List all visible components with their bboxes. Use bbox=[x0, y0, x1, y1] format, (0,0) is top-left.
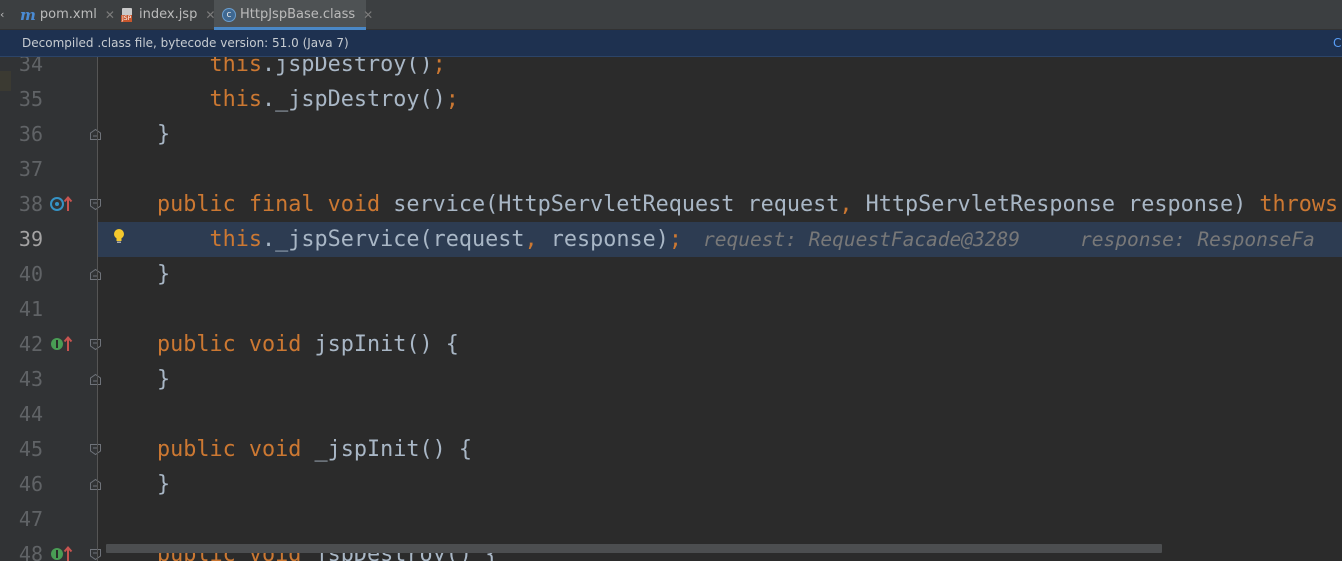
tab-httpjspbase-class[interactable]: c HttpJspBase.class ✕ bbox=[214, 0, 373, 30]
implementing-method-icon[interactable] bbox=[50, 335, 74, 353]
fold-end-icon[interactable] bbox=[89, 478, 102, 491]
line-number: 41 bbox=[18, 297, 43, 321]
keyword-token: this bbox=[209, 227, 263, 252]
fold-open-icon[interactable] bbox=[89, 443, 102, 456]
line-number: 39 bbox=[18, 227, 43, 251]
banner-message: Decompiled .class file, bytecode version… bbox=[22, 36, 349, 50]
line-number: 47 bbox=[18, 507, 43, 531]
close-icon[interactable]: ✕ bbox=[363, 8, 373, 22]
code-text: } bbox=[157, 467, 170, 502]
fold-open-icon[interactable] bbox=[89, 338, 102, 351]
keyword-token: ; bbox=[432, 57, 446, 77]
keyword-token: this bbox=[209, 87, 263, 112]
keyword-token: throws bbox=[1259, 192, 1339, 217]
code-text: this._jspService(request, response); bbox=[157, 222, 682, 257]
line-number: 38 bbox=[18, 192, 43, 216]
scroll-tabs-left-icon[interactable]: ‹ bbox=[0, 8, 8, 22]
debug-inline-value: response: ResponseFa bbox=[1080, 228, 1315, 251]
line-number: 37 bbox=[18, 157, 43, 181]
close-icon[interactable]: ✕ bbox=[105, 8, 115, 22]
line-number: 35 bbox=[18, 87, 43, 111]
overriding-method-icon[interactable] bbox=[50, 195, 74, 213]
fold-end-icon[interactable] bbox=[89, 128, 102, 141]
code-line[interactable]: 38 public final void service(HttpServletR… bbox=[0, 187, 1342, 222]
horizontal-scrollbar[interactable] bbox=[106, 544, 1162, 553]
code-line[interactable]: 36} bbox=[0, 117, 1342, 152]
intention-bulb-icon[interactable] bbox=[112, 228, 126, 248]
code-token: ._jspService(request bbox=[262, 227, 525, 252]
tab-label: index.jsp bbox=[139, 7, 198, 22]
code-text: } bbox=[157, 117, 170, 152]
line-number: 34 bbox=[18, 57, 43, 76]
code-text: this.jspDestroy(); bbox=[157, 57, 446, 82]
code-line[interactable]: 39 this._jspService(request, response); r… bbox=[0, 222, 1342, 257]
tab-index-jsp[interactable]: JSP index.jsp ✕ bbox=[118, 0, 215, 29]
banner-action-link[interactable]: C bbox=[1333, 30, 1341, 56]
code-text: public void _jspInit() { bbox=[157, 432, 472, 467]
line-number: 43 bbox=[18, 367, 43, 391]
code-text: this._jspDestroy(); bbox=[157, 82, 459, 117]
tab-label: HttpJspBase.class bbox=[240, 7, 356, 22]
code-editor[interactable]: 34 this.jspDestroy(); 35 this._jspDestroy… bbox=[0, 57, 1342, 561]
keyword-token: , bbox=[839, 192, 866, 217]
code-text: } bbox=[157, 257, 170, 292]
code-token: } bbox=[157, 262, 171, 287]
keyword-token: , bbox=[524, 227, 551, 252]
line-number: 36 bbox=[18, 122, 43, 146]
keyword-token: public final void bbox=[157, 192, 394, 217]
fold-open-icon[interactable] bbox=[89, 198, 102, 211]
code-line[interactable]: 46} bbox=[0, 467, 1342, 502]
keyword-token: ; bbox=[445, 87, 459, 112]
code-text: } bbox=[157, 362, 170, 397]
code-token: } bbox=[157, 367, 171, 392]
code-token: .jspDestroy() bbox=[262, 57, 433, 77]
jsp-file-icon: JSP bbox=[121, 7, 135, 22]
code-text: public final void service(HttpServletReq… bbox=[157, 187, 1342, 222]
code-token: } bbox=[157, 472, 171, 497]
maven-m-icon: m bbox=[20, 5, 36, 24]
code-line[interactable]: 47 bbox=[0, 502, 1342, 537]
line-number: 40 bbox=[18, 262, 43, 286]
line-number: 45 bbox=[18, 437, 43, 461]
line-number: 46 bbox=[18, 472, 43, 496]
debug-inline-value: request: RequestFacade@3289 bbox=[703, 228, 1020, 251]
code-line[interactable]: 45 public void _jspInit() { bbox=[0, 432, 1342, 467]
code-line[interactable]: 37 bbox=[0, 152, 1342, 187]
gutter-separator bbox=[97, 57, 98, 561]
code-token: _jspInit() { bbox=[314, 437, 472, 462]
keyword-token: this bbox=[209, 57, 263, 77]
code-line[interactable]: 41 bbox=[0, 292, 1342, 327]
code-line[interactable]: 43} bbox=[0, 362, 1342, 397]
line-number: 44 bbox=[18, 402, 43, 426]
line-number: 48 bbox=[18, 542, 43, 561]
decompiled-file-banner: Decompiled .class file, bytecode version… bbox=[0, 30, 1342, 57]
implementing-method-icon[interactable] bbox=[50, 545, 74, 561]
keyword-token: ; bbox=[668, 227, 682, 252]
fold-open-icon[interactable] bbox=[89, 548, 102, 561]
code-token: jspInit() { bbox=[314, 332, 459, 357]
line-number: 42 bbox=[18, 332, 43, 356]
code-line[interactable]: 40} bbox=[0, 257, 1342, 292]
fold-end-icon[interactable] bbox=[89, 373, 102, 386]
code-line[interactable]: 42 public void jspInit() { bbox=[0, 327, 1342, 362]
code-line[interactable]: 34 this.jspDestroy(); bbox=[0, 57, 1342, 82]
tab-label: pom.xml bbox=[39, 7, 97, 22]
keyword-token: public void bbox=[157, 437, 315, 462]
code-token: ._jspDestroy() bbox=[262, 87, 446, 112]
keyword-token: public void bbox=[157, 332, 315, 357]
editor-tab-bar: ‹ m pom.xml ✕ JSP index.jsp ✕ c HttpJspB… bbox=[0, 0, 1342, 30]
code-text: public void jspInit() { bbox=[157, 327, 459, 362]
code-token: service(HttpServletRequest request bbox=[393, 192, 840, 217]
code-token: } bbox=[157, 122, 171, 147]
fold-end-icon[interactable] bbox=[89, 268, 102, 281]
class-file-icon: c bbox=[222, 7, 236, 22]
code-token: HttpServletResponse response) bbox=[865, 192, 1260, 217]
tab-pom-xml[interactable]: m pom.xml ✕ bbox=[12, 0, 126, 29]
code-line[interactable]: 35 this._jspDestroy(); bbox=[0, 82, 1342, 117]
code-token: response) bbox=[550, 227, 669, 252]
code-line[interactable]: 44 bbox=[0, 397, 1342, 432]
